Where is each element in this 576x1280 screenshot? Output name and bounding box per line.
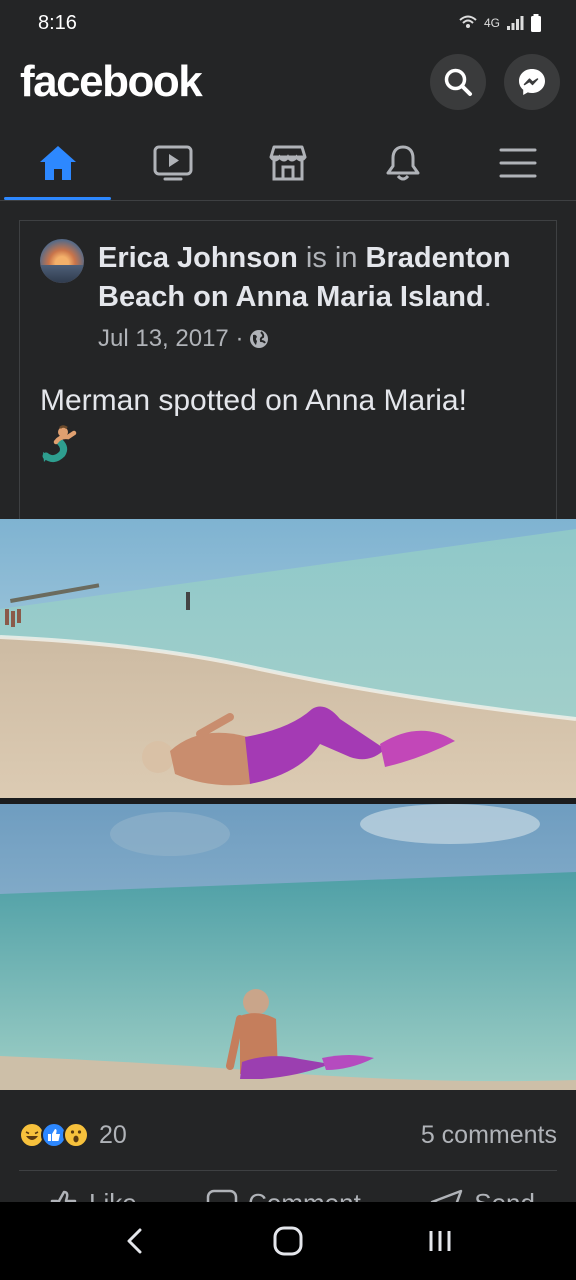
avatar[interactable] <box>40 239 84 283</box>
post-photo-2[interactable] <box>0 804 576 1090</box>
tab-menu[interactable] <box>461 126 576 200</box>
menu-icon <box>499 148 537 178</box>
post-date[interactable]: Jul 13, 2017 · <box>98 319 243 358</box>
tab-home[interactable] <box>0 126 115 200</box>
facebook-logo[interactable]: facebook <box>20 57 203 107</box>
author-name[interactable]: Erica Johnson <box>98 242 298 274</box>
search-icon <box>444 68 472 96</box>
location-suffix: . <box>483 281 492 313</box>
messenger-button[interactable] <box>504 54 560 110</box>
status-time: 8:16 <box>38 11 77 34</box>
signal-icon <box>507 16 524 30</box>
engagement-row: 20 5 comments <box>19 1110 557 1160</box>
recent-apps-icon[interactable] <box>425 1226 455 1256</box>
post-text: Merman spotted on Anna Maria! <box>20 358 556 464</box>
system-nav-bar <box>0 1202 576 1280</box>
marketplace-icon <box>269 145 307 181</box>
is-in-label: is in <box>305 242 358 274</box>
merman-emoji <box>42 425 77 463</box>
tab-marketplace[interactable] <box>230 126 345 200</box>
status-bar: 8:16 4G <box>0 0 576 46</box>
post-header-text: Erica Johnson is in Bradenton Beach on A… <box>98 239 538 358</box>
reactions[interactable]: 20 <box>19 1121 127 1150</box>
post-message: Merman spotted on Anna Maria! <box>40 384 467 417</box>
globe-icon <box>250 329 269 348</box>
post-header: Erica Johnson is in Bradenton Beach on A… <box>20 221 556 358</box>
post-photo-1[interactable] <box>0 519 576 798</box>
post-meta: Jul 13, 2017 · <box>98 319 538 358</box>
video-icon <box>153 145 193 181</box>
back-icon[interactable] <box>121 1226 151 1256</box>
app-bar: facebook <box>0 50 576 114</box>
tab-notifications[interactable] <box>346 126 461 200</box>
tab-bar <box>0 126 576 201</box>
network-label: 4G <box>483 16 500 30</box>
comments-count[interactable]: 5 comments <box>421 1121 557 1150</box>
tab-watch[interactable] <box>115 126 230 200</box>
status-icons: 4G <box>458 14 542 32</box>
messenger-icon <box>519 69 545 95</box>
battery-icon <box>531 14 541 32</box>
divider <box>19 1170 557 1171</box>
wifi-icon <box>459 15 477 28</box>
appbar-actions <box>430 54 560 110</box>
reaction-count: 20 <box>99 1120 127 1149</box>
wow-emoji <box>63 1122 89 1148</box>
home-icon <box>39 146 76 180</box>
bell-icon <box>386 145 420 181</box>
post-card: Erica Johnson is in Bradenton Beach on A… <box>19 220 557 520</box>
home-button-icon[interactable] <box>272 1225 304 1257</box>
search-button[interactable] <box>430 54 486 110</box>
